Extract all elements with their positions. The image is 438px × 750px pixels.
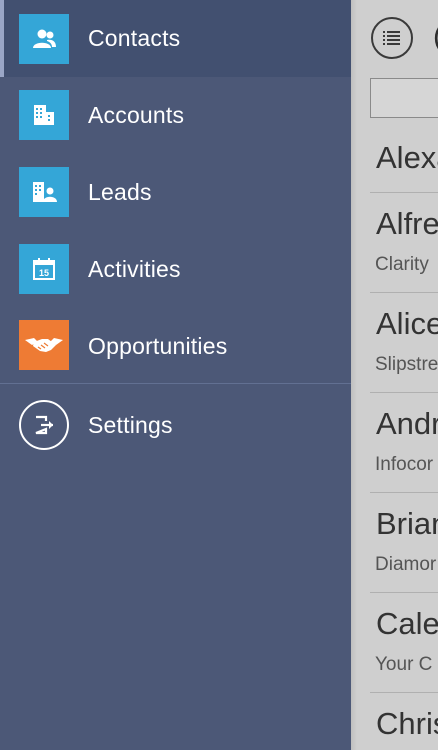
sidebar-item-label: Contacts	[88, 25, 181, 51]
accounts-building-icon	[34, 105, 54, 125]
list-menu-button[interactable]	[371, 17, 413, 59]
contact-name: Brian	[376, 506, 438, 541]
contact-name: Alexa	[376, 140, 438, 175]
sidebar-item-label: Activities	[88, 256, 181, 282]
leads-tile	[19, 167, 69, 217]
sidebar-item-accounts[interactable]: Accounts	[0, 77, 351, 154]
opportunities-tile	[19, 320, 69, 370]
contact-row[interactable]: Brian Diamor	[370, 492, 438, 593]
contact-name: Chris	[376, 706, 438, 741]
sidebar-item-label: Settings	[88, 412, 173, 438]
sidebar-item-label: Leads	[88, 179, 152, 205]
accounts-tile	[19, 90, 69, 140]
panel-shadow	[351, 0, 357, 750]
contact-row[interactable]: Alexa	[370, 118, 438, 193]
list-icon	[383, 31, 400, 45]
contact-name: Calel	[376, 606, 438, 641]
sidebar-item-settings[interactable]: Settings	[0, 387, 351, 464]
leads-icon	[33, 182, 57, 202]
sign-out-icon	[35, 415, 53, 435]
panel-title-fragment: (	[433, 20, 438, 54]
sidebar-item-contacts[interactable]: Contacts	[0, 0, 351, 77]
contact-company: Diamor	[375, 554, 437, 575]
contact-company: Your C	[375, 654, 433, 675]
contact-row[interactable]: Chris	[370, 692, 438, 750]
contacts-tile	[19, 14, 69, 64]
contacts-icon	[33, 29, 56, 48]
svg-text:15: 15	[39, 268, 49, 278]
contact-name: Andr	[376, 406, 438, 441]
contact-company: Infocor	[375, 454, 434, 475]
search-input[interactable]	[370, 78, 438, 118]
contact-name: Alfre	[376, 206, 438, 241]
sidebar-nav: Contacts Accounts Leads 15 Activities Op…	[0, 0, 351, 750]
sidebar-item-label: Opportunities	[88, 333, 228, 359]
activities-tile: 15	[19, 244, 69, 294]
settings-circle	[19, 400, 69, 450]
contact-row[interactable]: Andr Infocor	[370, 392, 438, 493]
app-root: Contacts Accounts Leads 15 Activities Op…	[0, 0, 438, 750]
contact-company: Slipstre	[375, 354, 438, 375]
contact-row[interactable]: Alice Slipstre	[370, 292, 438, 393]
handshake-icon	[25, 338, 63, 352]
sidebar-divider	[0, 383, 351, 384]
sidebar-item-leads[interactable]: Leads	[0, 154, 351, 231]
contact-company: Clarity	[375, 254, 429, 275]
contact-row[interactable]: Calel Your C	[370, 592, 438, 693]
contact-row[interactable]: Alfre Clarity	[370, 192, 438, 293]
sidebar-item-label: Accounts	[88, 102, 185, 128]
contacts-panel: ( Alexa Alfre Clarity Alice Slipstre And…	[351, 0, 438, 750]
sidebar-item-activities[interactable]: 15 Activities	[0, 231, 351, 308]
contact-name: Alice	[376, 306, 438, 341]
calendar-icon: 15	[33, 258, 55, 280]
sidebar-item-opportunities[interactable]: Opportunities	[0, 308, 351, 385]
